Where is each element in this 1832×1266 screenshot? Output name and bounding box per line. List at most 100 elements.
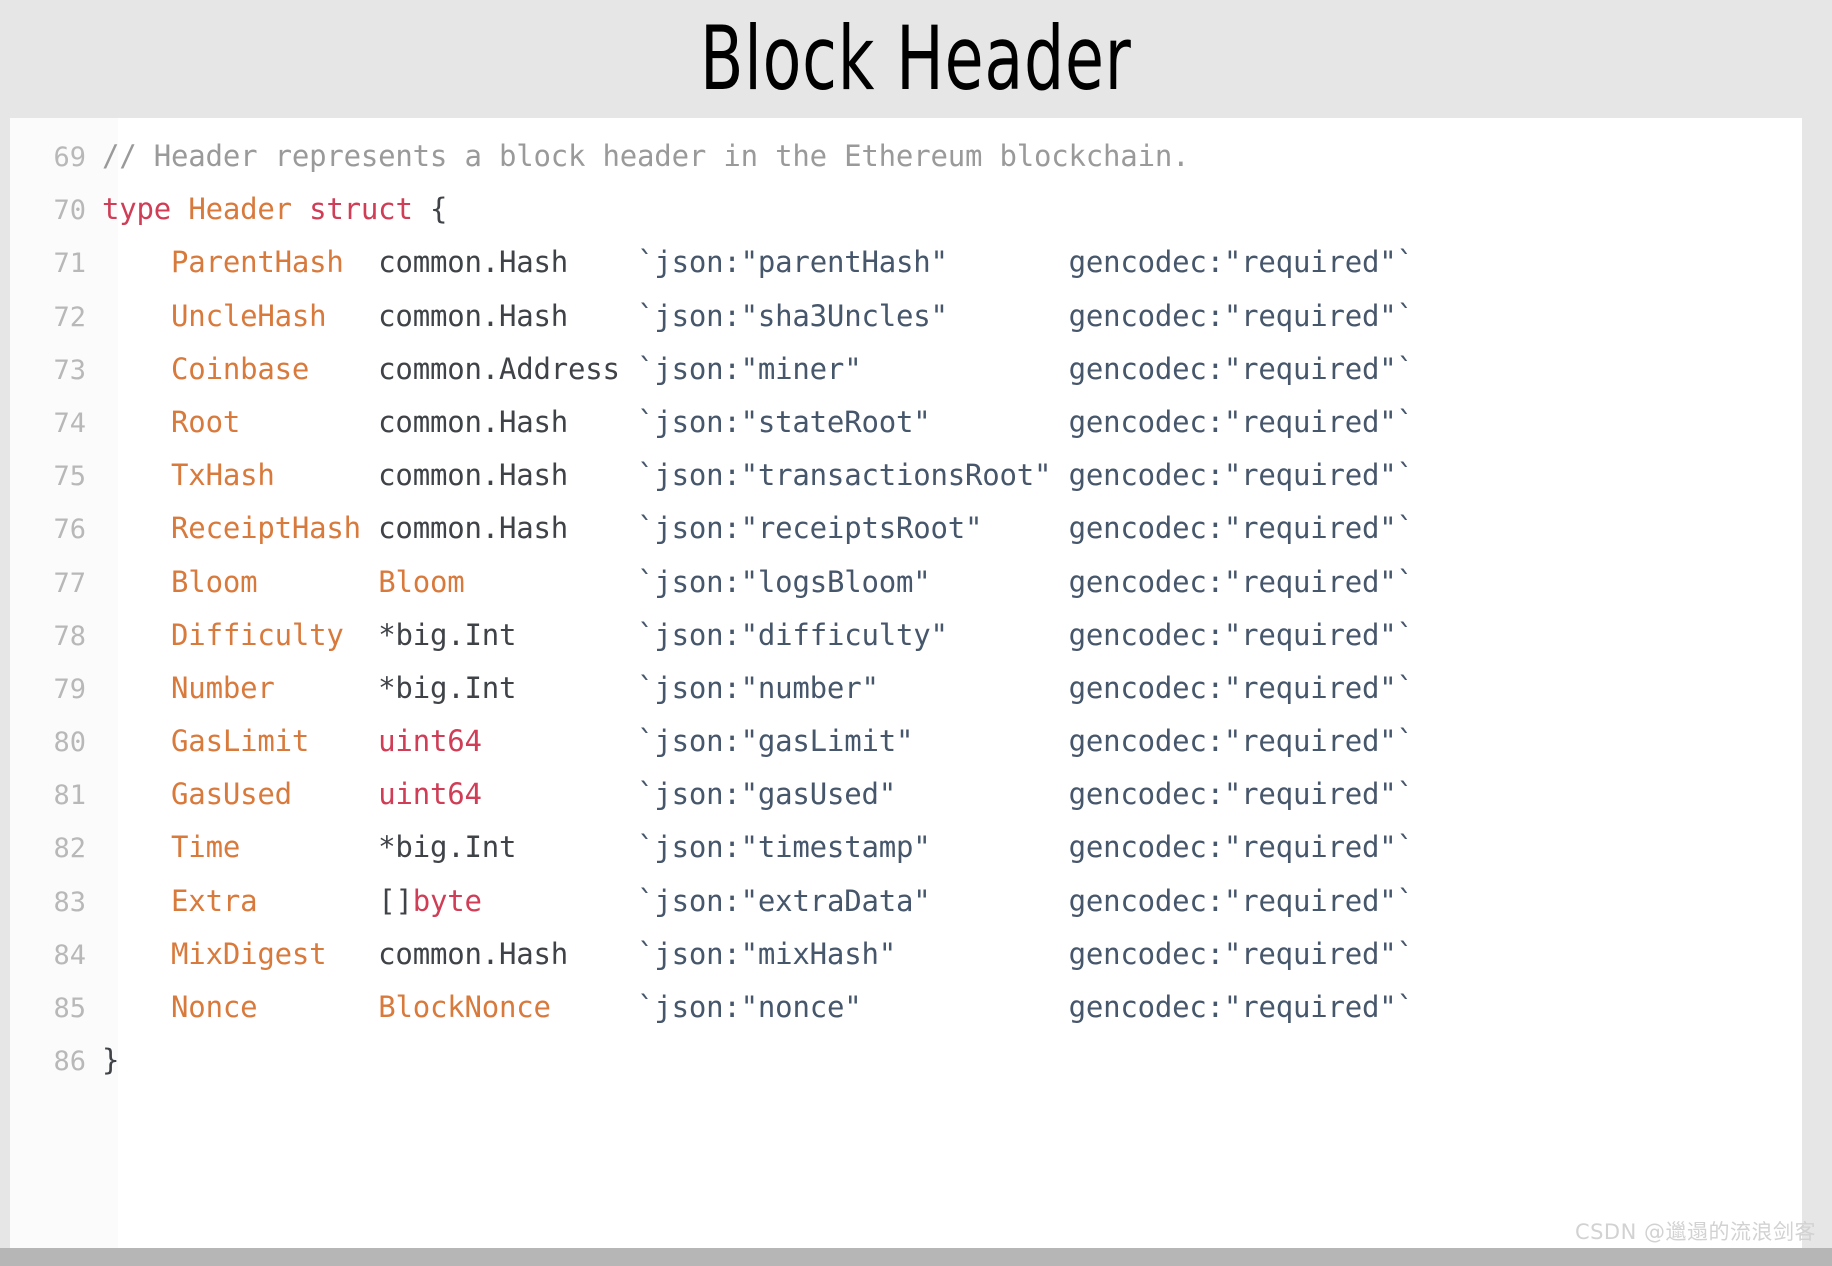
code-line-source: Coinbase common.Address `json:"miner" ge… bbox=[102, 343, 1414, 396]
code-line-source: type Header struct { bbox=[102, 183, 447, 236]
code-line-source: Difficulty *big.Int `json:"difficulty" g… bbox=[102, 609, 1414, 662]
code-line[interactable]: 79 Number *big.Int `json:"number" gencod… bbox=[10, 662, 1802, 715]
line-number: 79 bbox=[53, 673, 86, 705]
bottom-bar bbox=[0, 1248, 1832, 1266]
code-token: `json:"number" gencodec:"required"` bbox=[637, 670, 1414, 705]
code-line[interactable]: 75 TxHash common.Hash `json:"transaction… bbox=[10, 449, 1802, 502]
code-line[interactable]: 70 type Header struct { bbox=[10, 183, 1802, 236]
code-token: BlockNonce bbox=[378, 990, 551, 1024]
code-token: Nonce bbox=[171, 990, 258, 1024]
code-token: UncleHash bbox=[171, 298, 327, 333]
code-token: GasLimit bbox=[171, 724, 310, 759]
code-line[interactable]: 84 MixDigest common.Hash `json:"mixHash"… bbox=[10, 928, 1802, 981]
code-token: `json:"gasUsed" gencodec:"required"` bbox=[637, 777, 1414, 812]
code-line-source: Nonce BlockNonce `json:"nonce" gencodec:… bbox=[102, 981, 1414, 1034]
code-token: GasUsed bbox=[171, 777, 292, 812]
code-token: `json:"gasLimit" gencodec:"required"` bbox=[637, 724, 1414, 759]
code-line[interactable]: 82 Time *big.Int `json:"timestamp" genco… bbox=[10, 821, 1802, 874]
slide-title-band: Block Header bbox=[0, 0, 1832, 118]
line-number: 74 bbox=[53, 407, 86, 439]
code-line[interactable]: 76 ReceiptHash common.Hash `json:"receip… bbox=[10, 502, 1802, 555]
code-listing[interactable]: 69 // Header represents a block header in… bbox=[10, 118, 1802, 1087]
line-number: 85 bbox=[53, 993, 86, 1024]
code-token: Extra bbox=[171, 883, 258, 918]
code-token: Root bbox=[171, 404, 241, 439]
code-line[interactable]: 73 Coinbase common.Address `json:"miner"… bbox=[10, 343, 1802, 396]
code-line[interactable]: 80 GasLimit uint64 `json:"gasLimit" genc… bbox=[10, 715, 1802, 768]
code-token: // Header represents a block header in t… bbox=[102, 139, 1190, 173]
code-token: *big.Int bbox=[378, 617, 517, 652]
code-token: `json:"timestamp" gencodec:"required"` bbox=[637, 830, 1414, 865]
code-token: MixDigest bbox=[171, 936, 327, 971]
code-token: common.Hash bbox=[378, 511, 569, 546]
code-token: common.Hash bbox=[378, 404, 569, 439]
code-token: { bbox=[412, 192, 448, 227]
code-line[interactable]: 83 Extra []byte `json:"extraData" gencod… bbox=[10, 875, 1802, 928]
code-line-source: ReceiptHash common.Hash `json:"receiptsR… bbox=[102, 502, 1414, 555]
code-line-source: ParentHash common.Hash `json:"parentHash… bbox=[102, 236, 1414, 289]
code-token: type bbox=[102, 192, 172, 227]
code-line[interactable]: 77 Bloom Bloom `json:"logsBloom" gencode… bbox=[10, 556, 1802, 609]
code-token: Time bbox=[171, 830, 241, 865]
page-title: Block Header bbox=[700, 7, 1132, 110]
code-line[interactable]: 69 // Header represents a block header in… bbox=[10, 130, 1802, 183]
code-token: `json:"logsBloom" gencodec:"required"` bbox=[637, 564, 1414, 599]
code-token: common.Hash bbox=[378, 936, 569, 971]
code-line-source: MixDigest common.Hash `json:"mixHash" ge… bbox=[102, 928, 1414, 981]
line-number: 75 bbox=[53, 461, 86, 493]
code-token: byte bbox=[412, 883, 482, 918]
line-number: 73 bbox=[53, 354, 86, 386]
code-token: struct bbox=[309, 192, 413, 227]
code-line-source: TxHash common.Hash `json:"transactionsRo… bbox=[102, 449, 1414, 502]
code-line[interactable]: 86} bbox=[10, 1034, 1802, 1087]
code-panel: 69 // Header represents a block header in… bbox=[10, 118, 1802, 1248]
code-line-source: UncleHash common.Hash `json:"sha3Uncles"… bbox=[102, 290, 1414, 343]
code-line[interactable]: 72 UncleHash common.Hash `json:"sha3Uncl… bbox=[10, 290, 1802, 343]
code-line-source: Root common.Hash `json:"stateRoot" genco… bbox=[102, 396, 1414, 449]
code-line[interactable]: 71 ParentHash common.Hash `json:"parentH… bbox=[10, 236, 1802, 289]
line-number: 76 bbox=[53, 514, 86, 546]
code-token: Header bbox=[188, 192, 292, 227]
code-line[interactable]: 74 Root common.Hash `json:"stateRoot" ge… bbox=[10, 396, 1802, 449]
code-line[interactable]: 85 Nonce BlockNonce `json:"nonce" gencod… bbox=[10, 981, 1802, 1034]
code-token: `json:"parentHash" gencodec:"required"` bbox=[637, 245, 1414, 280]
code-line[interactable]: 81 GasUsed uint64 `json:"gasUsed" gencod… bbox=[10, 768, 1802, 821]
line-number: 72 bbox=[53, 301, 86, 333]
line-number: 83 bbox=[53, 886, 86, 918]
code-line[interactable]: 78 Difficulty *big.Int `json:"difficulty… bbox=[10, 609, 1802, 662]
